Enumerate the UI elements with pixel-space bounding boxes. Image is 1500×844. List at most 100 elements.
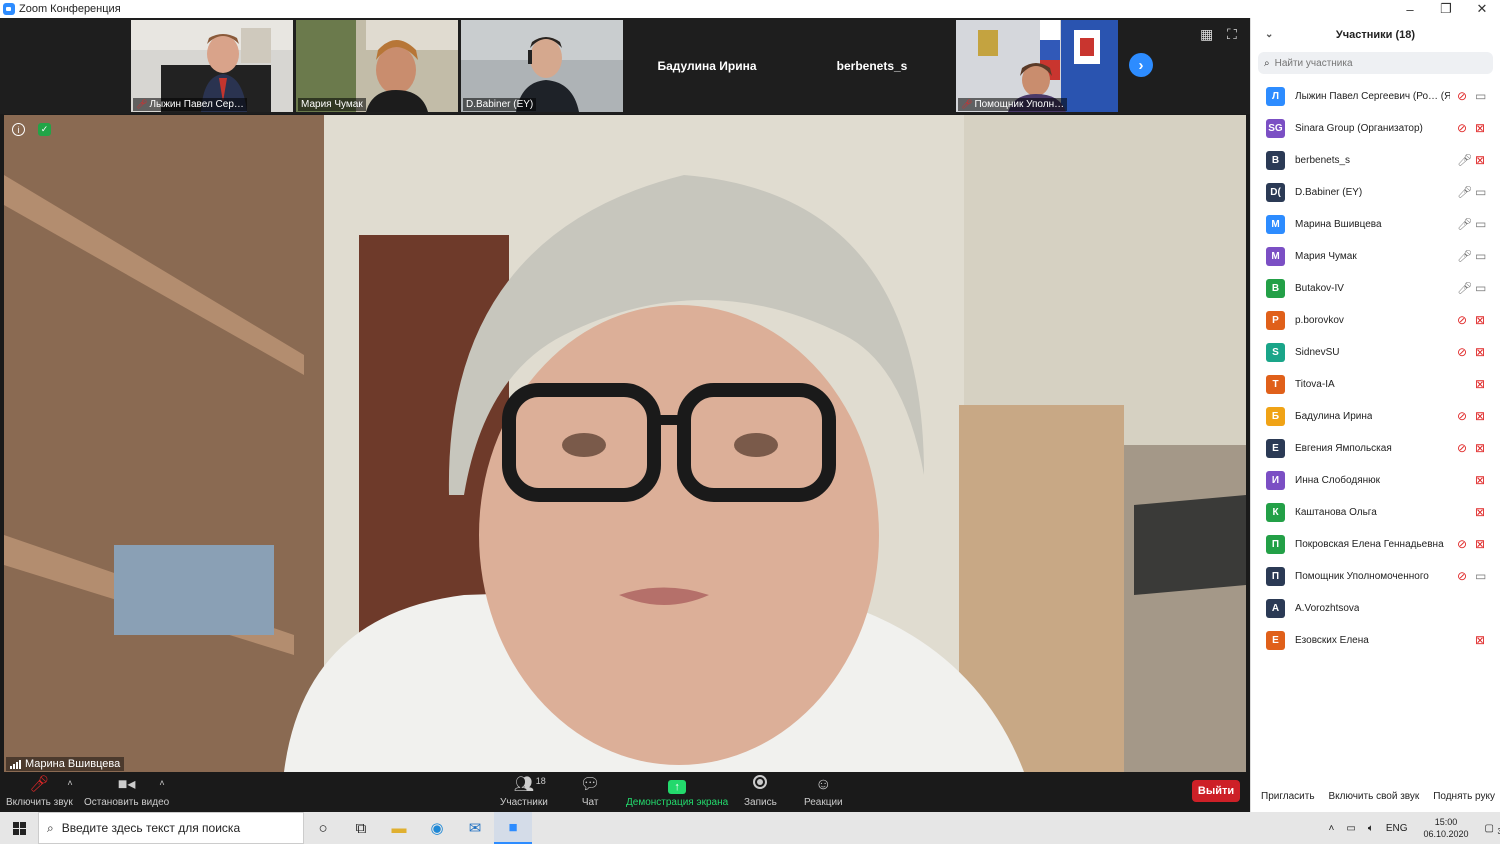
record-button[interactable]: Запись <box>744 772 777 812</box>
minimize-button[interactable]: – <box>1392 0 1428 18</box>
language-indicator[interactable]: ENG <box>1380 823 1414 834</box>
tile-label: 🎤︎ Лыжин Павел Сер… <box>133 98 247 111</box>
participant-name: Евгения Ямпольская <box>1295 442 1392 454</box>
leave-meeting-button[interactable]: Выйти <box>1192 780 1240 802</box>
participant-avatar: Е <box>1266 630 1285 650</box>
participant-search[interactable]: ⌕ <box>1258 52 1493 74</box>
participant-row[interactable]: И Инна Слободянюк ⊠ <box>1251 464 1500 496</box>
participant-row[interactable]: Е Езовских Елена ⊠ <box>1251 624 1500 656</box>
video-off-icon: ⊠ <box>1475 537 1486 551</box>
clock[interactable]: 15:00 06.10.2020 <box>1414 816 1479 840</box>
close-window-button[interactable]: ✕ <box>1464 0 1500 18</box>
participant-name: A.Vorozhtsova <box>1295 602 1360 614</box>
participant-name: Мария Чумак <box>1295 250 1357 262</box>
mic-icon: 🎤︎ <box>1457 153 1473 167</box>
chevron-up-icon[interactable]: ˄ <box>1323 823 1341 834</box>
zoom-taskbar-icon[interactable]: ■ <box>494 812 532 844</box>
participant-avatar: К <box>1266 502 1285 522</box>
panel-header: ⌄ Участники (18) <box>1251 18 1500 52</box>
volume-icon[interactable]: 🔈︎ <box>1362 823 1380 834</box>
audio-options-button[interactable]: ˄ <box>66 772 74 812</box>
gallery-tile[interactable]: 🎤︎ Помощник Уполн… <box>956 20 1118 112</box>
participant-name: Помощник Уполномоченного <box>1295 570 1429 582</box>
participant-avatar: A <box>1266 598 1285 618</box>
start-button[interactable] <box>0 812 38 844</box>
reactions-icon: ☺ <box>815 776 832 793</box>
mail-icon[interactable]: ✉ <box>456 812 494 844</box>
speaker-video-frame <box>4 115 1246 772</box>
share-screen-button[interactable]: ↑ Демонстрация экрана <box>626 772 728 812</box>
fullscreen-icon[interactable]: ⛶ <box>1227 26 1237 43</box>
participant-avatar: Б <box>1266 406 1285 426</box>
participant-search-input[interactable] <box>1274 57 1475 69</box>
participant-avatar: S <box>1266 342 1285 362</box>
share-screen-icon: ↑ <box>668 780 687 794</box>
video-options-button[interactable]: ˄ <box>158 772 166 812</box>
participant-name: Каштанова Ольга <box>1295 506 1377 518</box>
edge-browser-icon[interactable]: ◉ <box>418 812 456 844</box>
video-off-icon: ⊠ <box>1475 153 1486 167</box>
participant-row[interactable]: T Titova-IA ⊠ <box>1251 368 1500 400</box>
tile-name: berbenets_s <box>836 59 908 73</box>
gallery-tile[interactable]: 🎤︎ Лыжин Павел Сер… <box>131 20 293 112</box>
participant-row[interactable]: D(D.Babiner (EY) 🎤︎ ▭ <box>1251 176 1500 208</box>
unmute-button[interactable]: 🎤︎ Включить звук <box>6 772 73 812</box>
participant-row[interactable]: П Помощник Уполномоченного ⊘ ▭ <box>1251 560 1500 592</box>
participant-row[interactable]: К Каштанова Ольга ⊠ <box>1251 496 1500 528</box>
participant-avatar: М <box>1266 214 1285 234</box>
cortana-icon[interactable]: ○ <box>304 812 342 844</box>
network-icon[interactable]: ▭ <box>1340 823 1361 834</box>
participant-row[interactable]: Е Евгения Ямпольская ⊘ ⊠ <box>1251 432 1500 464</box>
participant-row[interactable]: Pp.borovkov ⊘ ⊠ <box>1251 304 1500 336</box>
participant-row[interactable]: М Марина Вшивцева 🎤︎ ▭ <box>1251 208 1500 240</box>
notifications-icon[interactable]: ▢ 3 <box>1479 823 1500 836</box>
video-off-icon: ⊠ <box>1475 121 1486 135</box>
record-icon <box>753 775 768 794</box>
participant-row[interactable]: М Мария Чумак 🎤︎ ▭ <box>1251 240 1500 272</box>
tile-name: Мария Чумак <box>301 99 363 110</box>
participant-row[interactable]: B Butakov-IV 🎤︎ ▭ <box>1251 272 1500 304</box>
participant-row[interactable]: Bberbenets_s 🎤︎ ⊠ <box>1251 144 1500 176</box>
gallery-tile[interactable]: D.Babiner (EY) <box>461 20 623 112</box>
gallery-tile[interactable]: Мария Чумак <box>296 20 458 112</box>
participant-row[interactable]: П Покровская Елена Геннадьевна ⊘ ⊠ <box>1251 528 1500 560</box>
stop-video-button[interactable]: ■◂ Остановить видео <box>84 772 169 812</box>
raise-hand-button[interactable]: Поднять руку <box>1433 791 1495 802</box>
gallery-view-icon[interactable]: ▦ <box>1200 26 1213 43</box>
video-off-icon: ⊠ <box>1475 345 1486 359</box>
windows-logo-icon <box>12 821 26 835</box>
chevron-down-icon[interactable]: ⌄ <box>1265 29 1273 40</box>
notification-count: 3 <box>1497 826 1500 836</box>
participant-avatar: М <box>1266 246 1285 266</box>
encryption-shield-icon[interactable]: ✓ <box>38 123 51 136</box>
gallery-tile[interactable]: Бадулина Ирина <box>626 20 788 112</box>
reactions-button[interactable]: ☺ Реакции <box>804 772 843 812</box>
chat-button[interactable]: 💬︎ Чат <box>580 772 600 812</box>
mic-muted-icon: ⊘ <box>1457 537 1468 551</box>
file-explorer-icon[interactable]: ▬ <box>380 812 418 844</box>
mic-icon: 🎤︎ <box>1457 185 1473 199</box>
tile-name: D.Babiner (EY) <box>466 99 534 110</box>
mic-muted-icon: ⊘ <box>1457 345 1468 359</box>
mic-muted-icon: 🎤︎ <box>29 776 50 793</box>
participant-row[interactable]: Л Лыжин Павел Сергеевич (Ро… (Я) ⊘ ▭ <box>1251 80 1500 112</box>
search-icon: ⌕ <box>47 820 54 835</box>
invite-button[interactable]: Пригласить <box>1261 791 1315 802</box>
participant-row[interactable]: SG Sinara Group (Организатор) ⊘ ⊠ <box>1251 112 1500 144</box>
restore-button[interactable]: ❐ <box>1428 0 1464 18</box>
participant-row[interactable]: A A.Vorozhtsova <box>1251 592 1500 624</box>
tile-name: Лыжин Павел Сер… <box>149 99 244 110</box>
gallery-next-page-button[interactable]: › <box>1129 53 1153 77</box>
task-view-icon[interactable]: ⧉ <box>342 812 380 844</box>
unmute-self-button[interactable]: Включить свой звук <box>1328 791 1419 802</box>
participants-button[interactable]: 👥︎ 18 Участники <box>500 772 548 812</box>
participant-row[interactable]: S SidnevSU ⊘ ⊠ <box>1251 336 1500 368</box>
gallery-tile[interactable]: berbenets_s <box>791 20 953 112</box>
taskbar-search[interactable]: ⌕ Введите здесь текст для поиска <box>38 812 304 844</box>
participant-row[interactable]: Б Бадулина Ирина ⊘ ⊠ <box>1251 400 1500 432</box>
participant-name: Butakov-IV <box>1295 282 1344 294</box>
meeting-stage: 🎤︎ Лыжин Павел Сер… Мария Чумак D.Babine… <box>0 18 1250 772</box>
meeting-info-icon[interactable]: i <box>12 123 25 136</box>
participants-count: 18 <box>535 776 546 786</box>
participant-name: Езовских Елена <box>1295 634 1369 646</box>
